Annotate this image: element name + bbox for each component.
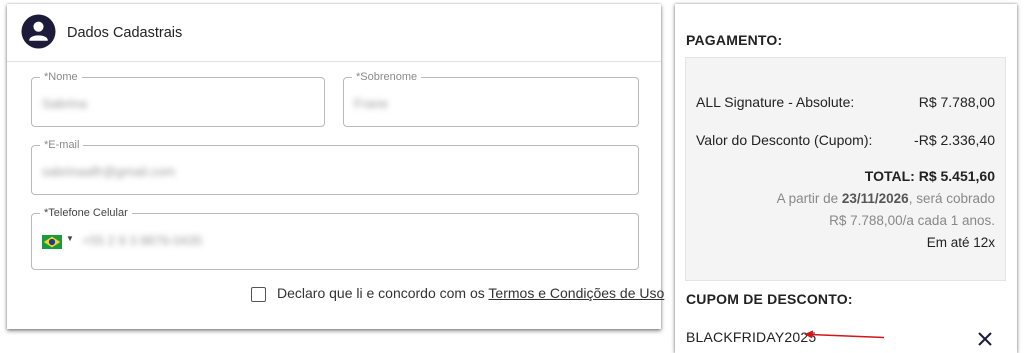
discount-label: Valor do Desconto (Cupom): xyxy=(696,132,873,148)
first-name-value: Sabrina xyxy=(42,96,87,111)
email-field[interactable]: *E-mail sabrinaalfr@gmail.com xyxy=(31,138,639,195)
renewal-amount: R$ 7.788,00/a cada 1 anos. xyxy=(829,213,995,228)
user-avatar-icon xyxy=(21,14,56,49)
phone-value: +55 2 9 3 8876-0435 xyxy=(82,233,203,248)
first-name-label: *Nome xyxy=(40,70,82,84)
customer-data-title: Dados Cadastrais xyxy=(67,25,183,41)
installments-text: Em até 12x xyxy=(926,235,995,250)
last-name-field[interactable]: *Sobrenome Frane xyxy=(343,70,639,127)
email-value: sabrinaalfr@gmail.com xyxy=(42,164,176,179)
terms-consent-prefix: Declaro que li e concordo com os xyxy=(277,285,489,301)
terms-consent-text: Declaro que li e concordo com os Termos … xyxy=(277,285,664,301)
payment-card: PAGAMENTO: ALL Signature - Absolute: R$ … xyxy=(675,4,1017,353)
customer-data-card: Dados Cadastrais *Nome Sabrina *Sobrenom… xyxy=(7,4,661,329)
coupon-code: BLACKFRIDAY2025 xyxy=(686,329,817,345)
annotation-arrow xyxy=(804,330,885,339)
last-name-value: Frane xyxy=(354,96,388,111)
renewal-prefix: A partir de xyxy=(776,191,842,206)
terms-checkbox[interactable] xyxy=(251,287,266,302)
last-name-label: *Sobrenome xyxy=(352,70,422,84)
brazil-flag-icon[interactable] xyxy=(42,235,62,249)
renewal-date-text: A partir de 23/11/2026, será cobrado xyxy=(777,191,995,206)
payment-title: PAGAMENTO: xyxy=(686,32,783,48)
customer-data-header: Dados Cadastrais xyxy=(7,4,661,62)
payment-summary: ALL Signature - Absolute: R$ 7.788,00 Va… xyxy=(685,57,1006,281)
coupon-title: CUPOM DE DESCONTO: xyxy=(686,291,853,307)
product-price: R$ 7.788,00 xyxy=(918,94,995,110)
email-label: *E-mail xyxy=(40,138,84,152)
phone-field[interactable]: *Telefone Celular ▼ +55 2 9 3 8876-0435 xyxy=(31,206,639,270)
terms-link[interactable]: Termos e Condições de Uso xyxy=(488,285,664,301)
total-amount: TOTAL: R$ 5.451,60 xyxy=(864,168,995,184)
country-dropdown-caret-icon[interactable]: ▼ xyxy=(66,234,74,243)
first-name-field[interactable]: *Nome Sabrina xyxy=(31,70,325,127)
discount-value: -R$ 2.336,40 xyxy=(914,132,995,148)
renewal-suffix: , será cobrado xyxy=(908,191,995,206)
phone-label: *Telefone Celular xyxy=(40,206,132,220)
renewal-date: 23/11/2026 xyxy=(841,191,909,206)
close-icon[interactable] xyxy=(975,329,995,349)
product-label: ALL Signature - Absolute: xyxy=(696,94,855,110)
